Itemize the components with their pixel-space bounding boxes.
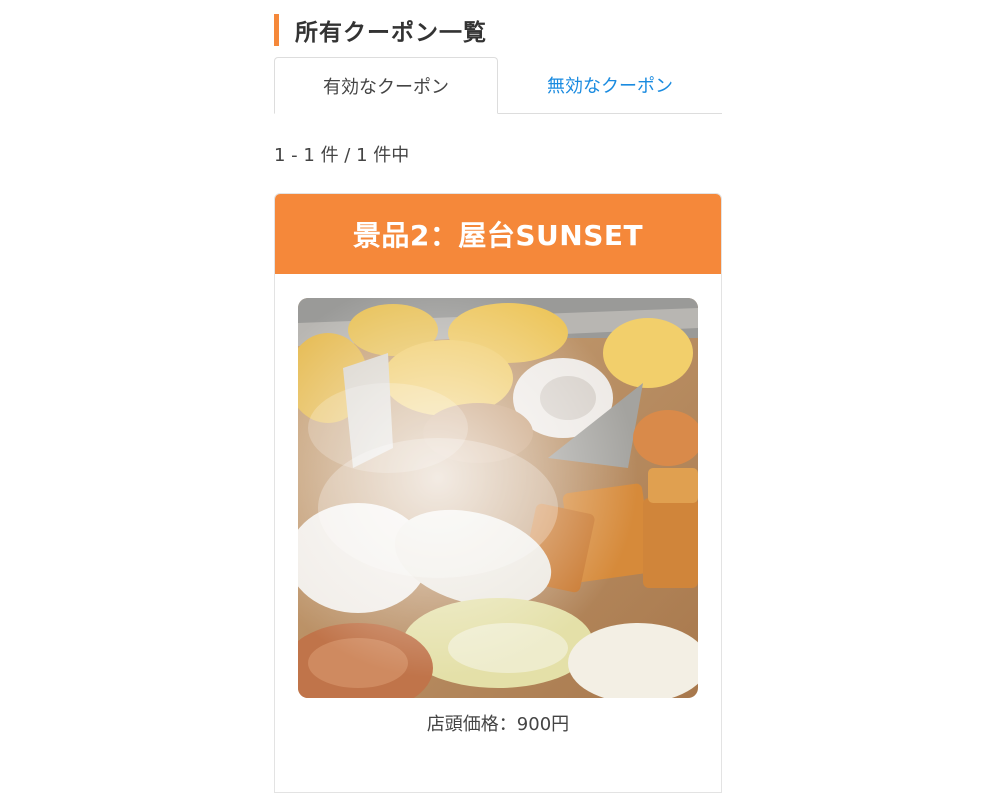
coupon-photo [298,298,698,698]
section-heading: 所有クーポン一覧 [274,14,487,46]
heading-accent-bar [274,14,279,46]
coupon-tabs: 有効なクーポン 無効なクーポン [274,57,722,114]
store-price: 店頭価格：900円 [426,714,570,735]
result-count: 1 - 1 件 / 1 件中 [274,145,410,166]
page-title: 所有クーポン一覧 [295,20,487,46]
coupon-title: 景品2：屋台SUNSET [275,194,721,274]
tab-invalid-coupons[interactable]: 無効なクーポン [498,57,722,112]
coupon-card[interactable]: 景品2：屋台SUNSET 店頭価格：900円 [274,193,722,793]
tab-valid-coupons[interactable]: 有効なクーポン [274,57,498,114]
